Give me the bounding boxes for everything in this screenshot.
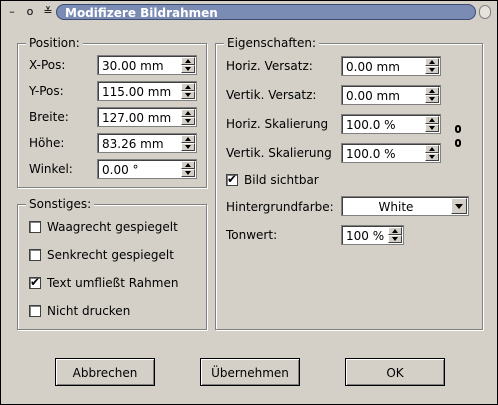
senkrecht-checkbox[interactable] xyxy=(29,249,41,261)
spin-down-icon[interactable] xyxy=(425,95,439,103)
spin-up-icon[interactable] xyxy=(181,57,195,65)
check-icon: ✔ xyxy=(30,275,41,289)
spin-down-icon[interactable] xyxy=(181,169,195,177)
horiz-skalierung-value[interactable]: 100.0 % xyxy=(346,118,396,132)
winkel-spinbox[interactable]: 0.00 ° xyxy=(97,159,197,179)
spin-up-icon[interactable] xyxy=(181,135,195,143)
waagrecht-checkbox[interactable] xyxy=(29,221,41,233)
window-title: Modifizere Bildrahmen xyxy=(56,4,476,20)
y-pos-label: Y-Pos: xyxy=(29,84,64,98)
hintergrundfarbe-value[interactable]: White xyxy=(342,200,450,214)
chevron-down-icon[interactable] xyxy=(451,198,467,214)
spin-up-icon[interactable] xyxy=(425,58,439,66)
breite-spinbox[interactable]: 127.00 mm xyxy=(97,107,197,127)
horiz-skalierung-label: Horiz. Skalierung xyxy=(226,117,329,131)
horiz-versatz-value[interactable]: 0.00 mm xyxy=(346,60,400,74)
y-pos-value[interactable]: 115.00 mm xyxy=(102,85,171,99)
winkel-label: Winkel: xyxy=(29,162,73,176)
horiz-versatz-label: Horiz. Versatz: xyxy=(226,59,313,73)
spin-down-icon[interactable] xyxy=(181,143,195,151)
sonstiges-legend: Sonstiges: xyxy=(26,197,95,211)
chain-link-icon[interactable] xyxy=(453,117,463,161)
spin-up-icon[interactable] xyxy=(388,227,402,235)
bild-sichtbar-checkbox[interactable]: ✔ xyxy=(226,172,238,186)
dialog-window: – o ≚ Modifizere Bildrahmen Position: X-… xyxy=(0,0,498,405)
cancel-button[interactable]: Abbrechen xyxy=(55,358,155,386)
vertik-versatz-spinbox[interactable]: 0.00 mm xyxy=(341,85,441,105)
close-icon[interactable] xyxy=(479,5,491,19)
y-pos-spinbox[interactable]: 115.00 mm xyxy=(97,81,197,101)
hoehe-label: Höhe: xyxy=(29,136,65,150)
spin-down-icon[interactable] xyxy=(181,117,195,125)
ok-button[interactable]: OK xyxy=(345,358,445,386)
text-umfliesst-label[interactable]: Text umfließt Rahmen xyxy=(47,276,178,290)
vertik-versatz-value[interactable]: 0.00 mm xyxy=(346,89,400,103)
spin-up-icon[interactable] xyxy=(181,161,195,169)
winkel-value[interactable]: 0.00 ° xyxy=(102,163,139,177)
tonwert-spinbox[interactable]: 100 % xyxy=(341,225,404,245)
restore-icon[interactable]: o xyxy=(23,5,37,19)
hintergrundfarbe-select[interactable]: White xyxy=(341,196,469,216)
spin-down-icon[interactable] xyxy=(181,91,195,99)
spin-up-icon[interactable] xyxy=(181,109,195,117)
senkrecht-label[interactable]: Senkrecht gespiegelt xyxy=(47,248,174,262)
horiz-versatz-spinbox[interactable]: 0.00 mm xyxy=(341,56,441,76)
spin-up-icon[interactable] xyxy=(181,83,195,91)
spin-up-icon[interactable] xyxy=(425,87,439,95)
breite-label: Breite: xyxy=(29,110,69,124)
spin-up-icon[interactable] xyxy=(425,116,439,124)
x-pos-value[interactable]: 30.00 mm xyxy=(102,59,164,73)
apply-button[interactable]: Übernehmen xyxy=(200,358,300,386)
title-bar: – o ≚ Modifizere Bildrahmen xyxy=(1,1,497,23)
eigenschaften-legend: Eigenschaften: xyxy=(224,36,320,50)
x-pos-spinbox[interactable]: 30.00 mm xyxy=(97,55,197,75)
hoehe-value[interactable]: 83.26 mm xyxy=(102,137,164,151)
tonwert-label: Tonwert: xyxy=(226,228,278,242)
vertik-skalierung-spinbox[interactable]: 100.0 % xyxy=(341,143,441,163)
vertik-versatz-label: Vertik. Versatz: xyxy=(226,88,317,102)
hoehe-spinbox[interactable]: 83.26 mm xyxy=(97,133,197,153)
vertik-skalierung-value[interactable]: 100.0 % xyxy=(346,147,396,161)
text-umfliesst-checkbox[interactable]: ✔ xyxy=(29,275,41,289)
check-icon: ✔ xyxy=(227,172,238,186)
nicht-drucken-label[interactable]: Nicht drucken xyxy=(47,304,130,318)
spin-up-icon[interactable] xyxy=(425,145,439,153)
spin-down-icon[interactable] xyxy=(425,124,439,132)
spin-down-icon[interactable] xyxy=(425,153,439,161)
vertik-skalierung-label: Vertik. Skalierung xyxy=(226,146,332,160)
shade-icon[interactable]: ≚ xyxy=(41,5,55,19)
spin-down-icon[interactable] xyxy=(181,65,195,73)
horiz-skalierung-spinbox[interactable]: 100.0 % xyxy=(341,114,441,134)
tonwert-value[interactable]: 100 % xyxy=(346,229,384,243)
position-legend: Position: xyxy=(26,36,83,50)
spin-down-icon[interactable] xyxy=(425,66,439,74)
bild-sichtbar-label[interactable]: Bild sichtbar xyxy=(244,173,319,187)
x-pos-label: X-Pos: xyxy=(29,58,66,72)
waagrecht-label[interactable]: Waagrecht gespiegelt xyxy=(47,220,178,234)
nicht-drucken-checkbox[interactable] xyxy=(29,305,41,317)
minimize-icon[interactable]: – xyxy=(5,5,19,19)
breite-value[interactable]: 127.00 mm xyxy=(102,111,171,125)
spin-down-icon[interactable] xyxy=(388,235,402,243)
hintergrundfarbe-label: Hintergrundfarbe: xyxy=(226,200,334,214)
